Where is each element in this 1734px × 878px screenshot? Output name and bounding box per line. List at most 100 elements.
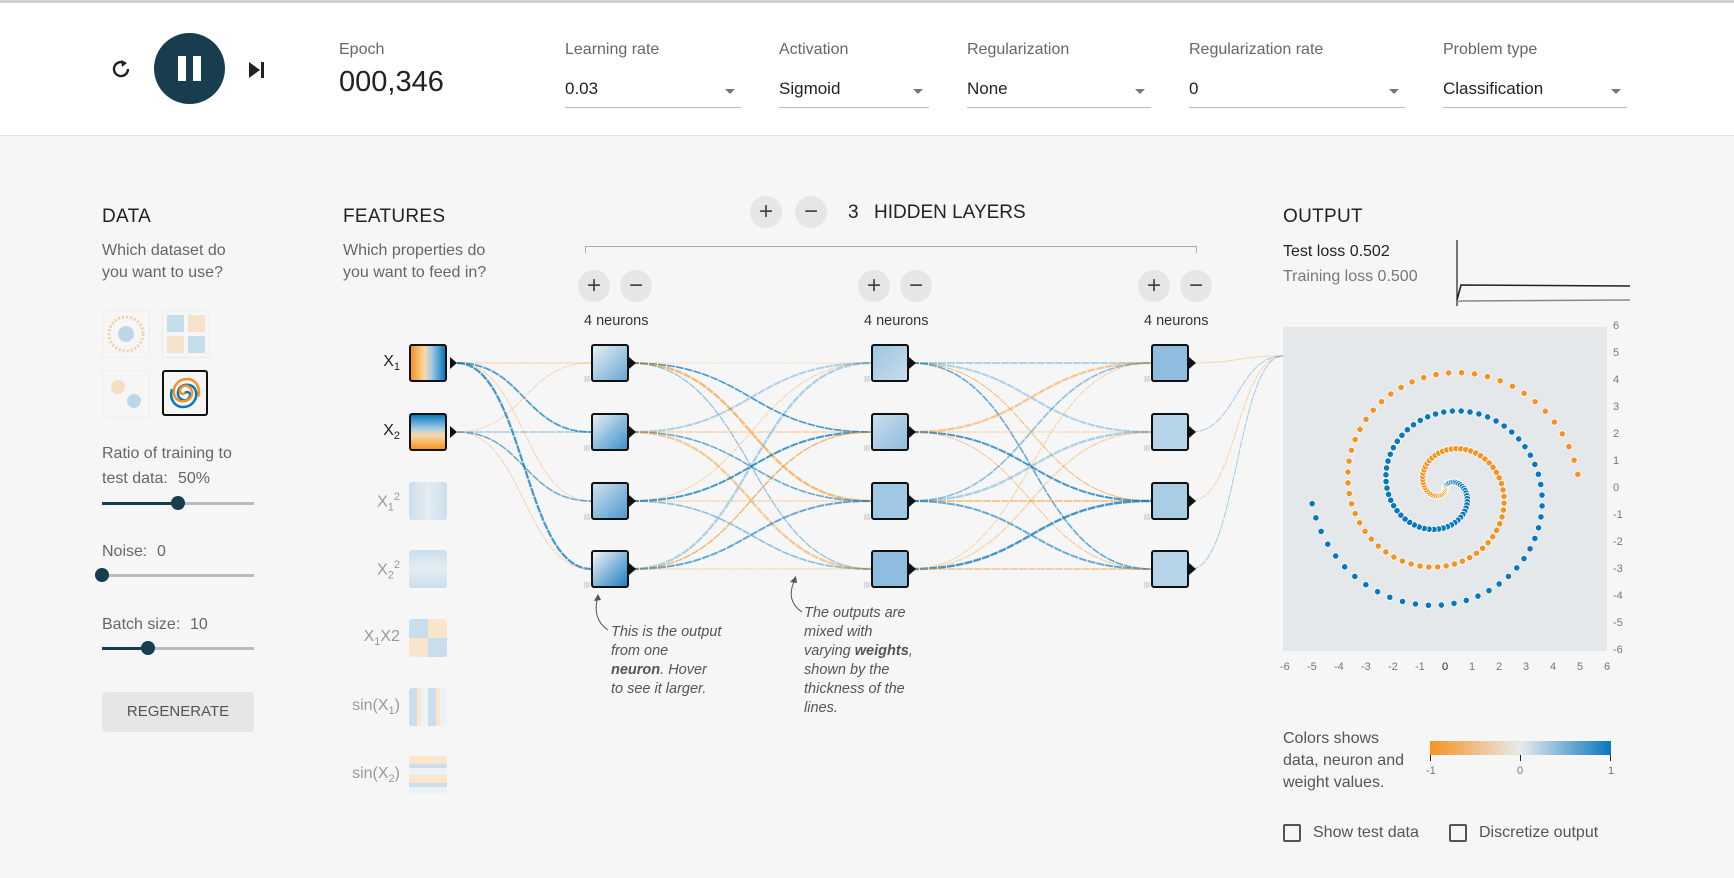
data-point <box>1495 474 1503 482</box>
neuron[interactable] <box>1151 550 1189 588</box>
weight-line[interactable] <box>630 500 872 570</box>
x-tick-label: 5 <box>1577 661 1584 673</box>
add-neuron-button[interactable]: + <box>858 270 890 302</box>
data-point <box>1367 535 1375 543</box>
neuron[interactable] <box>871 344 909 382</box>
neuron[interactable] <box>871 550 909 588</box>
neuron-output-arrow-icon <box>629 426 636 438</box>
remove-neuron-button[interactable]: − <box>620 270 652 302</box>
weight-line[interactable] <box>1190 355 1284 570</box>
test-loss: Test loss 0.502 <box>1283 243 1390 260</box>
y-tick-label: 0 <box>1613 482 1620 494</box>
remove-layer-button[interactable]: − <box>795 196 827 228</box>
neuron[interactable] <box>591 550 629 588</box>
bias-handle[interactable] <box>864 445 870 451</box>
data-point <box>1485 586 1493 595</box>
bias-handle[interactable] <box>864 514 870 520</box>
data-point <box>1496 377 1504 385</box>
weight-line[interactable] <box>630 362 872 433</box>
weight-line[interactable] <box>630 361 872 571</box>
weight-line[interactable] <box>910 361 1152 434</box>
data-point <box>1534 470 1542 478</box>
weight-line[interactable] <box>456 431 592 570</box>
data-point <box>1541 407 1549 415</box>
add-layer-button[interactable]: + <box>750 196 782 228</box>
data-point <box>1504 572 1513 580</box>
data-point <box>1479 544 1487 552</box>
neuron-note-line-1: This is the output <box>611 624 722 640</box>
bias-handle[interactable] <box>1144 514 1150 520</box>
weight-line[interactable] <box>1190 355 1284 433</box>
bias-handle[interactable] <box>584 376 590 382</box>
data-point <box>1492 417 1500 425</box>
add-neuron-button[interactable]: + <box>1138 270 1170 302</box>
bias-handle[interactable] <box>864 376 870 382</box>
weights-note-line-2: mixed with <box>804 624 873 640</box>
bias-handle[interactable] <box>1144 445 1150 451</box>
add-neuron-button[interactable]: + <box>578 270 610 302</box>
bias-handle[interactable] <box>584 582 590 588</box>
data-point <box>1531 534 1539 543</box>
bias-handle[interactable] <box>584 514 590 520</box>
remove-neuron-button[interactable]: − <box>1180 270 1212 302</box>
data-point <box>1450 560 1459 568</box>
data-point <box>1425 563 1433 571</box>
data-point <box>1526 451 1534 459</box>
neuron[interactable] <box>1151 344 1189 382</box>
data-point <box>1445 369 1453 377</box>
hidden-layer-count: 3 <box>848 202 859 223</box>
neuron-output-arrow-icon <box>909 495 916 507</box>
data-point <box>1495 580 1503 588</box>
discretize-output-label[interactable]: Discretize output <box>1479 824 1598 842</box>
data-point <box>1574 470 1582 478</box>
y-tick-label: -2 <box>1613 536 1623 548</box>
discretize-output-checkbox[interactable] <box>1449 824 1467 842</box>
weight-line[interactable] <box>456 431 592 502</box>
weights-note-bold: weights <box>854 643 909 659</box>
y-tick-label: -1 <box>1613 509 1623 521</box>
neuron[interactable] <box>591 344 629 382</box>
neuron-output-arrow-icon <box>1189 426 1196 438</box>
y-tick-label: 5 <box>1613 347 1620 359</box>
data-point <box>1348 500 1356 508</box>
data-point <box>1383 484 1391 492</box>
remove-neuron-button[interactable]: − <box>900 270 932 302</box>
bias-handle[interactable] <box>864 582 870 588</box>
layers-bracket <box>585 246 1197 253</box>
color-scale-tick-mid <box>1520 755 1521 761</box>
color-scale-tick-right <box>1610 755 1611 761</box>
weight-line[interactable] <box>1190 355 1284 502</box>
data-point <box>1457 369 1466 377</box>
data-point <box>1466 408 1474 416</box>
x-tick-label: -6 <box>1280 661 1290 673</box>
data-point <box>1450 599 1458 607</box>
data-point <box>1389 444 1397 452</box>
weights-note-line-3: varying <box>804 643 855 659</box>
data-point <box>1361 527 1369 535</box>
weight-line[interactable] <box>630 431 872 570</box>
neuron[interactable] <box>591 482 629 520</box>
neuron-note-line-3: . Hover <box>660 662 707 678</box>
neuron[interactable] <box>871 413 909 451</box>
bias-handle[interactable] <box>584 445 590 451</box>
bias-handle[interactable] <box>1144 376 1150 382</box>
weight-line[interactable] <box>630 430 872 571</box>
weight-line[interactable] <box>910 362 1152 570</box>
x-tick-label: 3 <box>1523 661 1530 673</box>
y-tick-label: 3 <box>1613 401 1620 413</box>
y-tick-label: 6 <box>1613 320 1620 332</box>
neuron[interactable] <box>1151 482 1189 520</box>
x-tick-label: 6 <box>1604 661 1611 673</box>
bias-handle[interactable] <box>1144 582 1150 588</box>
show-test-data-checkbox[interactable] <box>1283 824 1301 842</box>
show-test-data-label[interactable]: Show test data <box>1313 824 1419 842</box>
weight-line[interactable] <box>456 362 592 433</box>
data-point <box>1424 601 1433 609</box>
neuron[interactable] <box>1151 413 1189 451</box>
neuron[interactable] <box>591 413 629 451</box>
neuron[interactable] <box>871 482 909 520</box>
data-point <box>1526 545 1534 553</box>
data-point <box>1499 486 1507 494</box>
weight-line[interactable] <box>1190 355 1284 364</box>
weight-line[interactable] <box>910 499 1152 571</box>
